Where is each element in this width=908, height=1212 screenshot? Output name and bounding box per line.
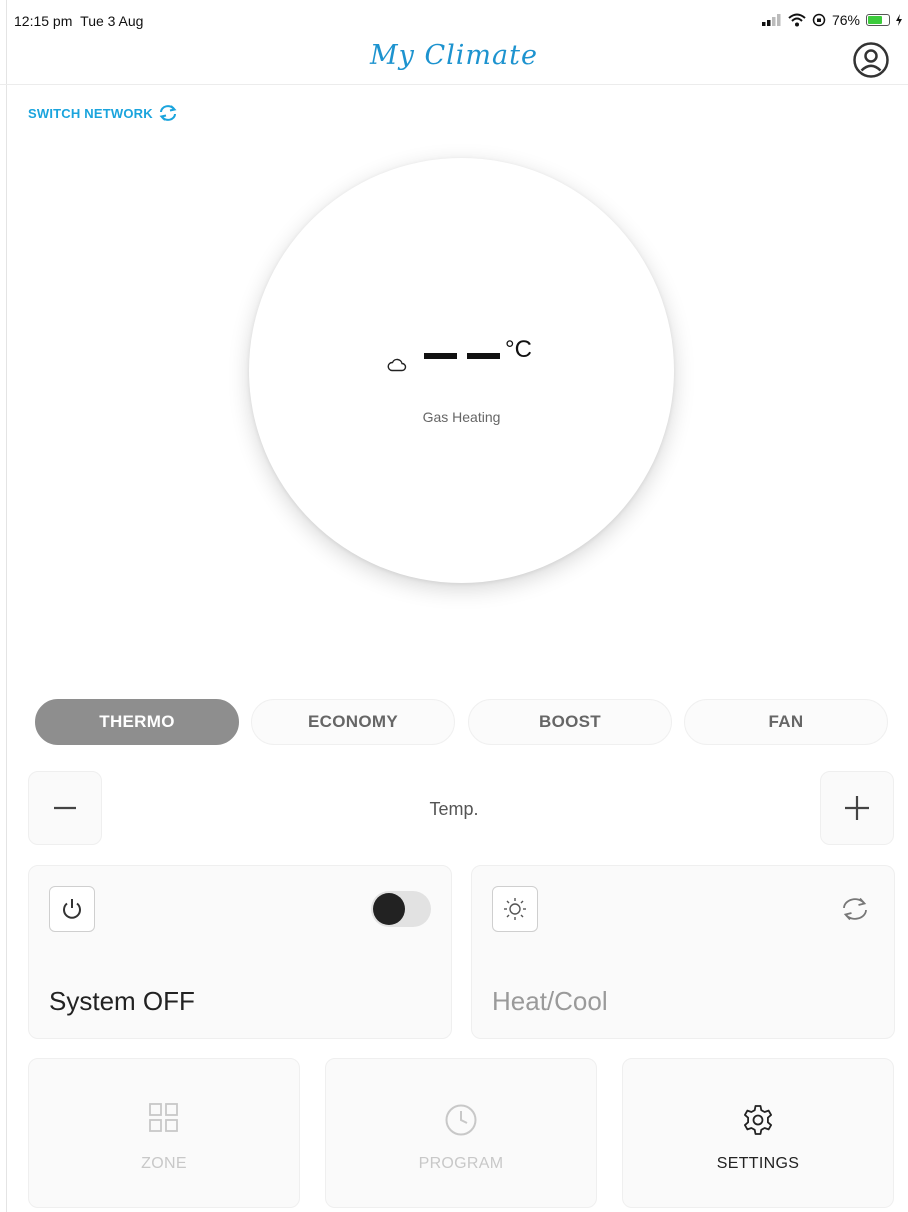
app-header: My Climate bbox=[0, 34, 908, 85]
temperature-dash-2 bbox=[467, 353, 500, 359]
power-icon bbox=[63, 899, 81, 919]
refresh-icon bbox=[159, 105, 177, 121]
temp-label: Temp. bbox=[429, 799, 479, 819]
toggle-knob bbox=[373, 893, 405, 925]
sun-icon bbox=[504, 898, 526, 920]
refresh-icon bbox=[843, 897, 867, 921]
battery-icon bbox=[866, 14, 890, 26]
system-toggle[interactable] bbox=[371, 891, 431, 927]
clock-icon bbox=[445, 1104, 477, 1136]
program-label: PROGRAM bbox=[418, 1155, 504, 1172]
switch-network-label: SWITCH NETWORK bbox=[28, 105, 153, 121]
tab-boost[interactable]: BOOST bbox=[468, 699, 672, 745]
heating-type-label: Gas Heating bbox=[422, 409, 501, 425]
app-title: My Climate bbox=[370, 40, 538, 71]
tab-economy[interactable]: ECONOMY bbox=[251, 699, 455, 745]
system-card: System OFF bbox=[28, 865, 452, 1039]
status-indicators: 76% bbox=[761, 12, 902, 28]
heat-cool-refresh-button[interactable] bbox=[840, 896, 870, 927]
orientation-lock-icon bbox=[812, 13, 826, 27]
zone-label: ZONE bbox=[141, 1155, 187, 1172]
status-time: 12:15 pm bbox=[14, 13, 73, 29]
plus-icon bbox=[845, 796, 869, 820]
wifi-icon bbox=[788, 13, 806, 27]
heat-cool-mode-button[interactable] bbox=[492, 886, 538, 932]
charging-icon bbox=[896, 14, 902, 26]
left-edge-divider bbox=[6, 0, 7, 1212]
heat-cool-title: Heat/Cool bbox=[492, 986, 608, 1016]
system-status-title: System OFF bbox=[49, 986, 195, 1016]
heat-cool-card: Heat/Cool bbox=[471, 865, 895, 1039]
power-button[interactable] bbox=[49, 886, 95, 932]
cloud-icon bbox=[387, 358, 407, 372]
gear-icon bbox=[744, 1105, 772, 1135]
tab-fan[interactable]: FAN bbox=[684, 699, 888, 745]
battery-percent: 76% bbox=[831, 12, 860, 28]
program-button[interactable]: PROGRAM bbox=[325, 1058, 597, 1208]
temperature-dash-1 bbox=[424, 353, 457, 359]
settings-button[interactable]: SETTINGS bbox=[622, 1058, 894, 1208]
temperature-dial[interactable]: °C Gas Heating bbox=[249, 158, 674, 583]
zone-button[interactable]: ZONE bbox=[28, 1058, 300, 1208]
battery-fill bbox=[868, 16, 882, 24]
tab-thermo[interactable]: THERMO bbox=[35, 699, 239, 745]
status-bar: 12:15 pm Tue 3 Aug 76% bbox=[0, 0, 908, 34]
temperature-unit: °C bbox=[505, 336, 532, 363]
signal-icon bbox=[761, 14, 781, 26]
switch-network-button[interactable]: SWITCH NETWORK bbox=[28, 104, 178, 122]
status-time-date: 12:15 pm Tue 3 Aug bbox=[14, 13, 143, 29]
settings-label: SETTINGS bbox=[716, 1155, 800, 1172]
status-date: Tue 3 Aug bbox=[80, 13, 144, 29]
increase-temp-button[interactable] bbox=[820, 771, 894, 845]
grid-icon bbox=[149, 1103, 178, 1132]
user-circle-icon[interactable] bbox=[852, 41, 890, 79]
